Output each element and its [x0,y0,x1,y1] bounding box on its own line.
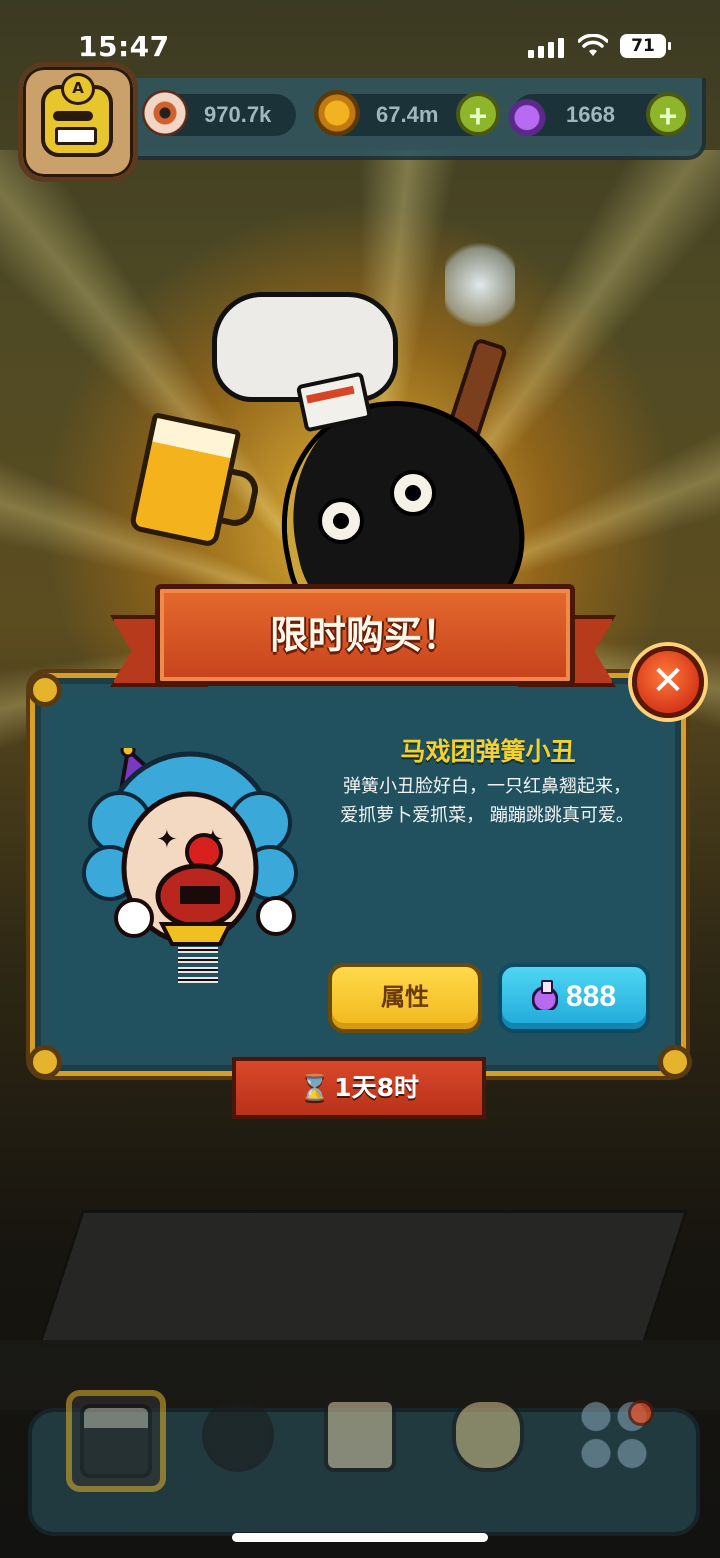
frame-corner-icon [658,1045,692,1079]
coin-icon [314,90,360,136]
kitchen-floor [37,1210,689,1346]
potions-counter: 1668 + [504,90,690,136]
offer-timer: ⌛ 1天8时 [232,1057,486,1119]
timer-value: 1天8时 [334,1073,419,1102]
character-eye-right [390,470,436,516]
signal-icon [528,38,564,58]
frame-corner-icon [28,1045,62,1079]
nav-shop-icon[interactable] [66,1390,166,1492]
player-avatar[interactable]: A [18,62,138,182]
coins-value: 67.4m [376,102,439,127]
wifi-icon [578,34,608,56]
add-coins-button[interactable]: + [456,92,500,136]
potion-icon [504,90,550,136]
frame-corner-icon [28,673,62,707]
buy-price: 888 [565,980,617,1013]
eyeball-icon [142,90,188,136]
hourglass-icon: ⌛ [299,1073,331,1102]
svg-text:✦: ✦ [156,825,178,855]
eyes-counter: 970.7k [142,90,296,136]
attributes-button[interactable]: 属性 [328,963,482,1033]
buy-button[interactable]: 888 [498,963,650,1033]
home-indicator[interactable] [232,1533,488,1542]
item-name: 马戏团弹簧小丑 [400,737,576,766]
smoke-effect [445,235,515,335]
eyes-value: 970.7k [204,102,272,127]
dialog-title: 限时购买！ [269,613,460,657]
nav-character-icon[interactable] [194,1390,282,1480]
close-button[interactable]: ✕ [632,646,704,718]
coins-counter: 67.4m + [314,90,500,136]
potion-icon [531,980,558,1011]
item-description: 弹簧小丑脸好白，一只红鼻翘起来， 爱抓萝卜爱抓菜， 蹦蹦跳跳真可爱。 [340,776,634,826]
nav-bag-icon[interactable] [444,1390,532,1480]
avatar-rank-badge: A [61,73,95,105]
title-ribbon: 限时购买！ [155,584,575,686]
clown-item-image: ✦ ✦ [82,748,298,983]
status-time: 15:47 [78,30,170,63]
add-potions-button[interactable]: + [646,92,690,136]
battery-icon: 71 [620,34,671,58]
potions-value: 1668 [566,102,615,127]
notification-dot [628,1400,654,1426]
character-eye-left [318,498,364,544]
nav-book-icon[interactable] [316,1390,404,1480]
